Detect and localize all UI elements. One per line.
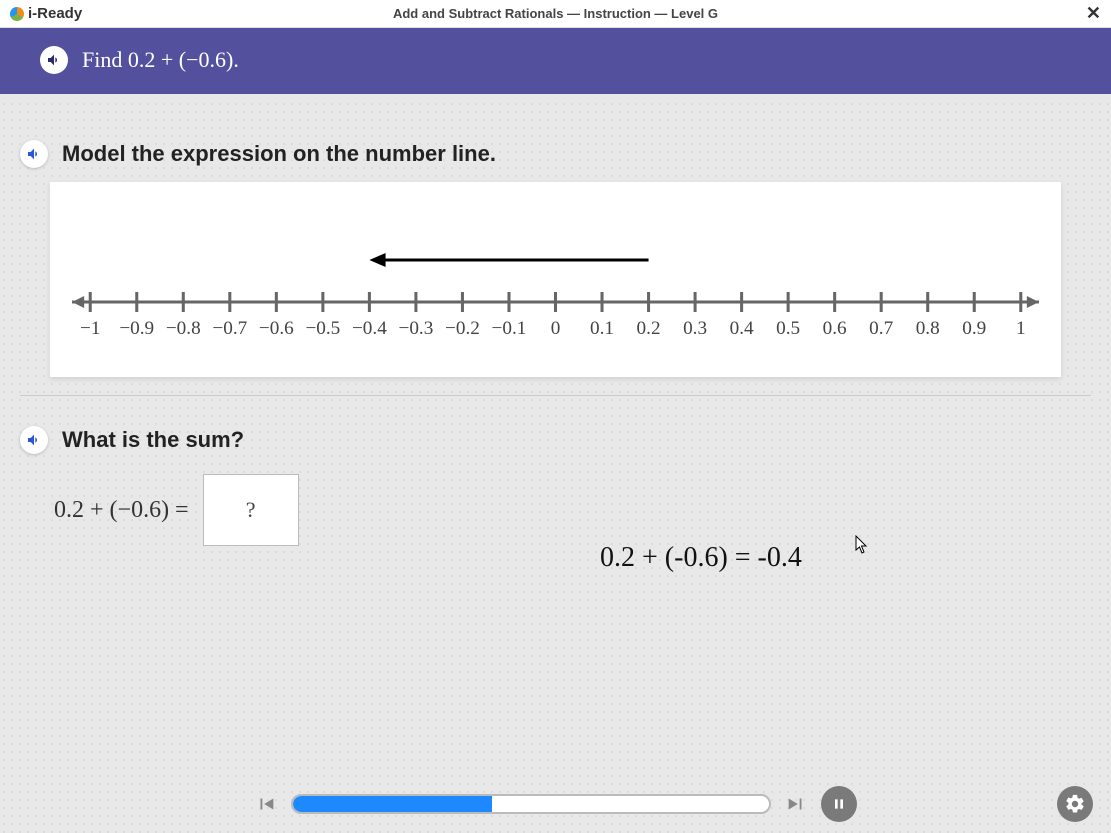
svg-text:−0.7: −0.7 [212,318,247,339]
progress-fill [293,796,493,812]
solution-text: 0.2 + (-0.6) = -0.4 [600,542,802,574]
cursor-icon [855,535,869,555]
svg-text:0.3: 0.3 [683,318,707,339]
speaker-icon [46,52,62,68]
svg-text:0: 0 [551,318,561,339]
footer [0,775,1111,833]
prev-button[interactable] [255,793,277,815]
speaker-icon [26,146,42,162]
lesson-title: Add and Subtract Rationals — Instruction… [393,6,718,21]
svg-text:−0.9: −0.9 [119,318,154,339]
svg-text:−0.6: −0.6 [259,318,294,339]
svg-text:−0.3: −0.3 [399,318,434,339]
brand-logo-icon [10,7,24,21]
settings-button[interactable] [1057,786,1093,822]
svg-text:−0.8: −0.8 [166,318,201,339]
svg-text:0.1: 0.1 [590,318,614,339]
equation-row: 0.2 + (−0.6) = ? [54,474,1091,546]
svg-text:−0.2: −0.2 [445,318,480,339]
brand: i-Ready [10,5,82,22]
brand-text: i-Ready [28,5,82,22]
prompt-text: Find 0.2 + (−0.6). [82,47,239,73]
section1-heading: Model the expression on the number line. [62,141,496,167]
section2-header: What is the sum? [20,426,1091,454]
prompt-bar: Find 0.2 + (−0.6). [0,28,1111,94]
next-button[interactable] [785,793,807,815]
svg-text:0.2: 0.2 [637,318,661,339]
audio-button-prompt[interactable] [40,46,68,74]
pause-icon [831,796,847,812]
svg-text:−1: −1 [80,318,100,339]
answer-input[interactable]: ? [203,474,299,546]
number-line[interactable]: −1 −0.9 −0.8 −0.7 −0.6 −0.5 −0.4 −0.3 −0.2 −0.1 0 0… [70,222,1041,352]
top-bar: i-Ready Add and Subtract Rationals — Ins… [0,0,1111,28]
section2-heading: What is the sum? [62,427,244,453]
skip-back-icon [255,793,277,815]
equation-lhs: 0.2 + (−0.6) = [54,497,189,524]
answer-placeholder: ? [246,497,256,523]
section1-header: Model the expression on the number line. [20,140,1091,168]
close-button[interactable]: ✕ [1086,3,1101,24]
svg-text:−0.4: −0.4 [352,318,387,339]
pause-button[interactable] [821,786,857,822]
svg-text:−0.5: −0.5 [305,318,340,339]
gear-icon [1064,793,1086,815]
progress-bar[interactable] [291,794,771,814]
speaker-icon [26,432,42,448]
svg-text:0.8: 0.8 [916,318,940,339]
svg-text:−0.1: −0.1 [492,318,527,339]
number-line-card: −1 −0.9 −0.8 −0.7 −0.6 −0.5 −0.4 −0.3 −0.2 −0.1 0 0… [50,182,1061,377]
audio-button-section1[interactable] [20,140,48,168]
svg-text:0.6: 0.6 [823,318,847,339]
svg-text:0.9: 0.9 [962,318,986,339]
skip-forward-icon [785,793,807,815]
svg-text:0.4: 0.4 [730,318,754,339]
audio-button-section2[interactable] [20,426,48,454]
svg-text:0.7: 0.7 [869,318,893,339]
svg-text:0.5: 0.5 [776,318,800,339]
divider [20,395,1091,396]
svg-text:1: 1 [1016,318,1026,339]
